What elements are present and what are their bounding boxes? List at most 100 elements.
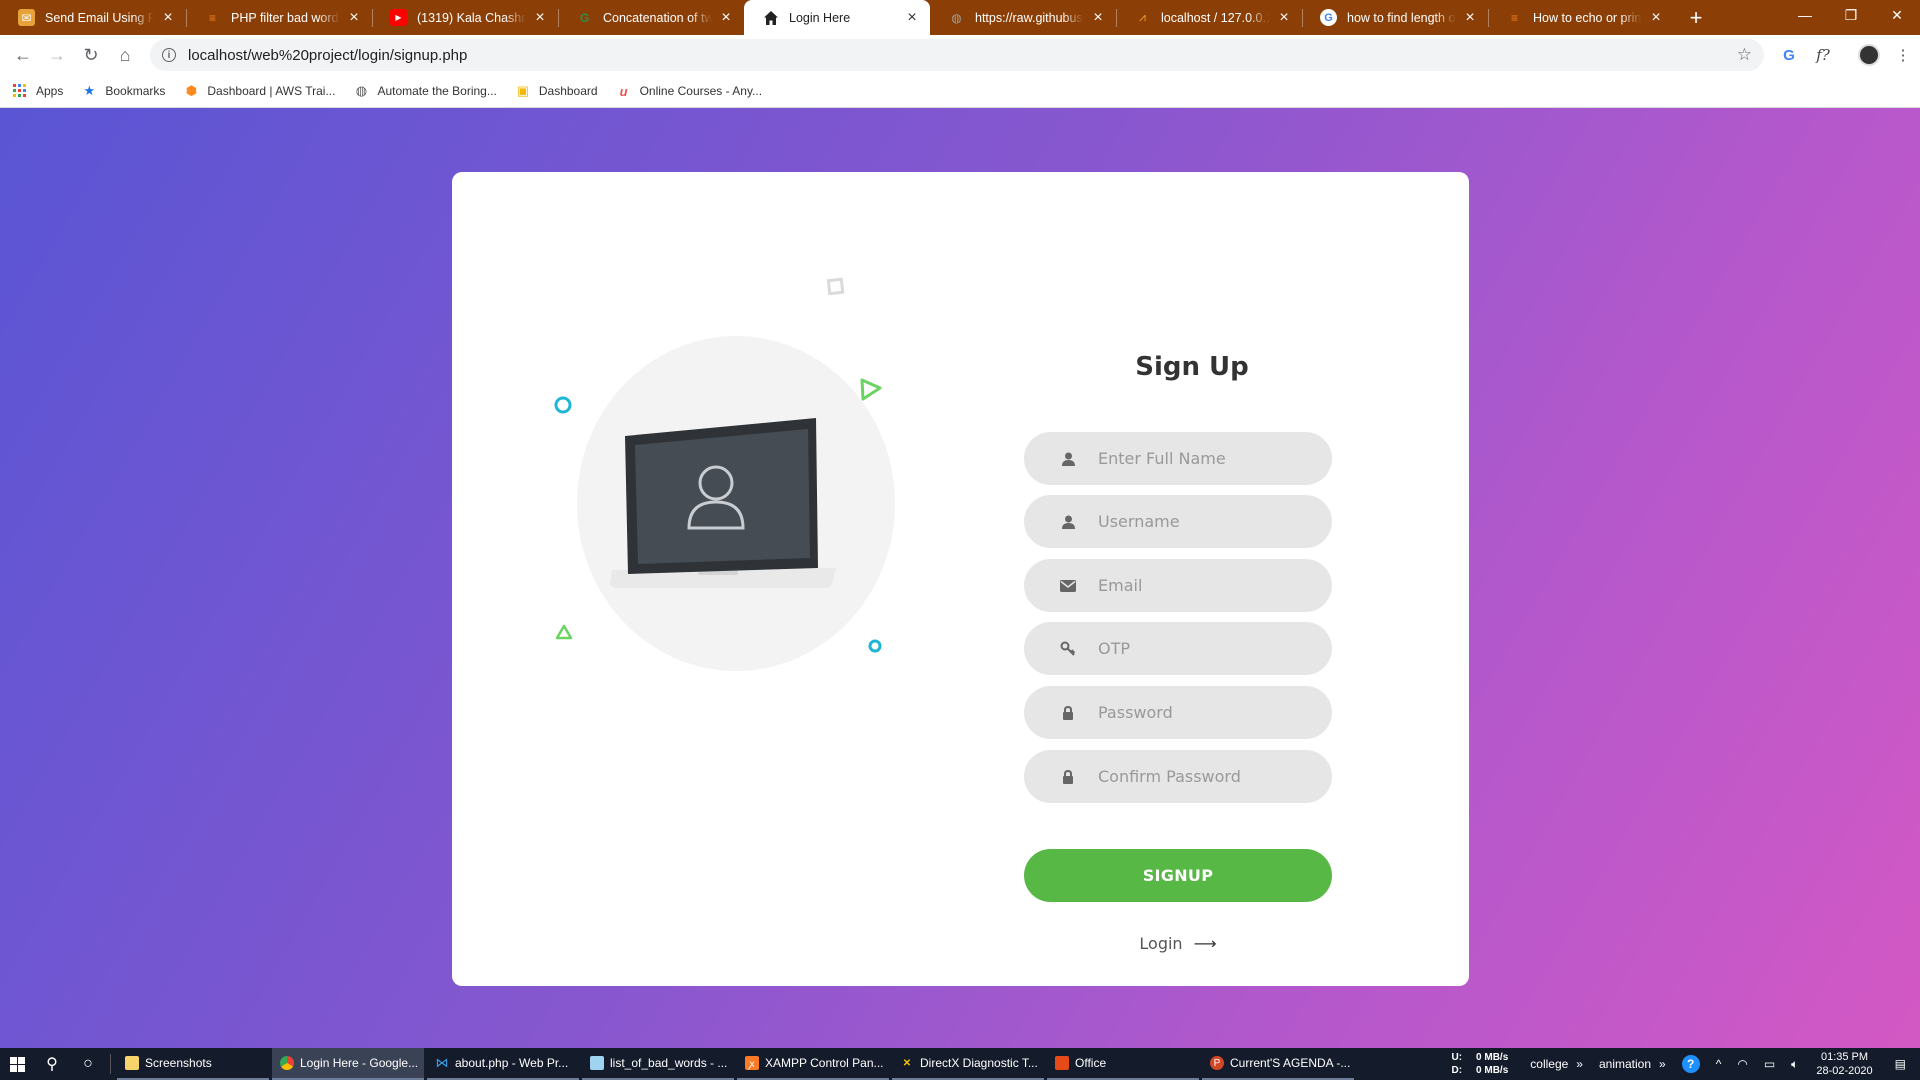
close-icon[interactable]: × <box>532 9 548 26</box>
login-link-label[interactable]: Login <box>1139 934 1182 953</box>
avatar[interactable] <box>1852 38 1886 72</box>
net-down-value: 0 MB/s <box>1476 1065 1509 1076</box>
reload-icon[interactable]: ↻ <box>74 38 108 72</box>
notifications-icon[interactable]: ▤ <box>1895 1057 1906 1071</box>
google-translate-icon[interactable]: G <box>1772 38 1806 72</box>
close-icon[interactable]: × <box>1276 9 1292 26</box>
toolbar-college[interactable]: college <box>1530 1057 1568 1071</box>
taskbar-app-label: XAMPP Control Pan... <box>765 1056 884 1070</box>
taskbar-app-directx[interactable]: ✕ DirectX Diagnostic T... <box>892 1048 1044 1080</box>
home-button-icon[interactable]: ⌂ <box>108 38 142 72</box>
system-tray: U: D: 0 MB/s 0 MB/s college » animation … <box>1451 1048 1920 1080</box>
taskbar-app-office[interactable]: Office <box>1047 1048 1199 1080</box>
full-name-input[interactable] <box>1098 449 1298 468</box>
taskbar-app-screenshots[interactable]: Screenshots <box>117 1048 269 1080</box>
taskbar-app-label: Office <box>1075 1056 1107 1070</box>
python-gmail-icon: ✉ <box>18 9 35 26</box>
minimize-icon[interactable]: — <box>1782 0 1828 30</box>
new-tab-button[interactable]: + <box>1678 0 1714 35</box>
tab-concatenation[interactable]: G Concatenation of two s × <box>558 0 744 35</box>
username-field[interactable] <box>1024 495 1332 548</box>
bookmark-udemy[interactable]: u Online Courses - Any... <box>616 83 762 99</box>
tab-youtube[interactable]: ▶ (1319) Kala Chashma | × <box>372 0 558 35</box>
xampp-icon: ꭗ <box>745 1056 759 1070</box>
volume-icon[interactable]: 🔈︎ <box>1791 1057 1798 1072</box>
taskbar-app-vscode[interactable]: ⋈ about.php - Web Pr... <box>427 1048 579 1080</box>
user-icon <box>1060 451 1076 467</box>
tab-github-raw[interactable]: ◍ https://raw.githubuserc × <box>930 0 1116 35</box>
clock[interactable]: 01:35 PM 28-02-2020 <box>1816 1050 1872 1078</box>
restore-icon[interactable]: ❐ <box>1828 0 1874 30</box>
directx-icon: ✕ <box>902 1057 912 1069</box>
url-text[interactable]: localhost/web%20project/login/signup.php <box>188 47 467 64</box>
function-extension-icon[interactable]: f? <box>1806 38 1840 72</box>
back-icon[interactable]: ← <box>6 38 40 72</box>
help-icon[interactable]: ? <box>1681 1055 1700 1073</box>
extensions-area: G f? ⋮ <box>1772 35 1920 75</box>
username-input[interactable] <box>1098 512 1298 531</box>
bookmark-automate[interactable]: ◍ Automate the Boring... <box>353 83 497 99</box>
close-window-icon[interactable]: ✕ <box>1874 0 1920 30</box>
close-icon[interactable]: × <box>346 9 362 26</box>
windows-start-icon[interactable] <box>0 1048 34 1080</box>
signup-button[interactable]: SIGNUP <box>1024 849 1332 902</box>
tab-google-search[interactable]: G how to find length of a × <box>1302 0 1488 35</box>
signup-card: Sign Up Enter Full Name Username Email O… <box>452 172 1469 986</box>
tab-send-email[interactable]: ✉ Send Email Using Pyth × <box>0 0 186 35</box>
stackoverflow-icon: ≡ <box>1510 10 1518 25</box>
address-bar[interactable]: i localhost/web%20project/login/signup.p… <box>150 39 1764 71</box>
chevron-right-icon[interactable]: » <box>1576 1057 1583 1071</box>
password-input[interactable] <box>1098 703 1298 722</box>
chevron-right-icon[interactable]: » <box>1659 1057 1666 1071</box>
tab-phpmyadmin[interactable]: ⩘ localhost / 127.0.0.1 / l × <box>1116 0 1302 35</box>
bookmark-aws[interactable]: ⬢ Dashboard | AWS Trai... <box>183 83 336 99</box>
folder-icon <box>125 1056 139 1070</box>
home-icon <box>762 9 779 26</box>
email-field[interactable] <box>1024 559 1332 612</box>
taskbar-app-label: about.php - Web Pr... <box>455 1056 569 1070</box>
search-icon[interactable]: ⚲ <box>34 1048 70 1080</box>
site-info-icon[interactable]: i <box>162 48 176 62</box>
menu-icon[interactable]: ⋮ <box>1886 38 1920 72</box>
confirm-password-field[interactable] <box>1024 750 1332 803</box>
otp-field[interactable] <box>1024 622 1332 675</box>
globe-icon: ◍ <box>951 10 962 25</box>
taskbar-app-xampp[interactable]: ꭗ XAMPP Control Pan... <box>737 1048 889 1080</box>
tab-echo-print[interactable]: ≡ How to echo or print a × <box>1488 0 1674 35</box>
tab-strip: ✉ Send Email Using Pyth × ≡ PHP filter b… <box>0 0 1920 35</box>
close-icon[interactable]: × <box>1648 9 1664 26</box>
confirm-password-input[interactable] <box>1098 767 1298 786</box>
page-title: Sign Up <box>1135 352 1249 382</box>
chevron-up-icon[interactable]: ^ <box>1716 1057 1722 1071</box>
login-link[interactable]: Login ⟶ <box>1072 934 1284 953</box>
lock-icon <box>1060 705 1076 721</box>
chrome-icon <box>280 1056 294 1070</box>
close-icon[interactable]: × <box>1462 9 1478 26</box>
taskbar-app-chrome[interactable]: Login Here - Google... <box>272 1048 424 1080</box>
cortana-icon[interactable]: ○ <box>70 1048 106 1080</box>
close-icon[interactable]: × <box>1090 9 1106 26</box>
password-field[interactable] <box>1024 686 1332 739</box>
toolbar-animation[interactable]: animation <box>1599 1057 1651 1071</box>
battery-icon[interactable]: ▭ <box>1764 1057 1775 1071</box>
net-down-label: D: <box>1451 1065 1463 1076</box>
illustration <box>452 172 952 872</box>
otp-input[interactable] <box>1098 639 1298 658</box>
bookmark-dashboard[interactable]: ▣ Dashboard <box>515 83 598 99</box>
taskbar-app-powerpoint[interactable]: P Current'S AGENDA -... <box>1202 1048 1354 1080</box>
bookmark-bookmarks[interactable]: ★ Bookmarks <box>81 83 166 99</box>
tab-login-here[interactable]: Login Here × <box>744 0 930 35</box>
bookmark-label: Dashboard | AWS Trai... <box>207 84 336 98</box>
close-icon[interactable]: × <box>718 9 734 26</box>
bookmark-star-icon[interactable]: ☆ <box>1737 45 1752 65</box>
globe-icon: ◍ <box>355 83 368 98</box>
taskbar-app-notepad[interactable]: list_of_bad_words - ... <box>582 1048 734 1080</box>
email-input[interactable] <box>1098 576 1298 595</box>
full-name-field[interactable] <box>1024 432 1332 485</box>
forward-icon[interactable]: → <box>40 38 74 72</box>
close-icon[interactable]: × <box>160 9 176 26</box>
tab-php-filter[interactable]: ≡ PHP filter bad words - × <box>186 0 372 35</box>
wifi-icon[interactable]: ◠ <box>1737 1057 1747 1071</box>
close-icon[interactable]: × <box>904 9 920 26</box>
bookmark-apps[interactable]: Apps <box>12 83 63 99</box>
